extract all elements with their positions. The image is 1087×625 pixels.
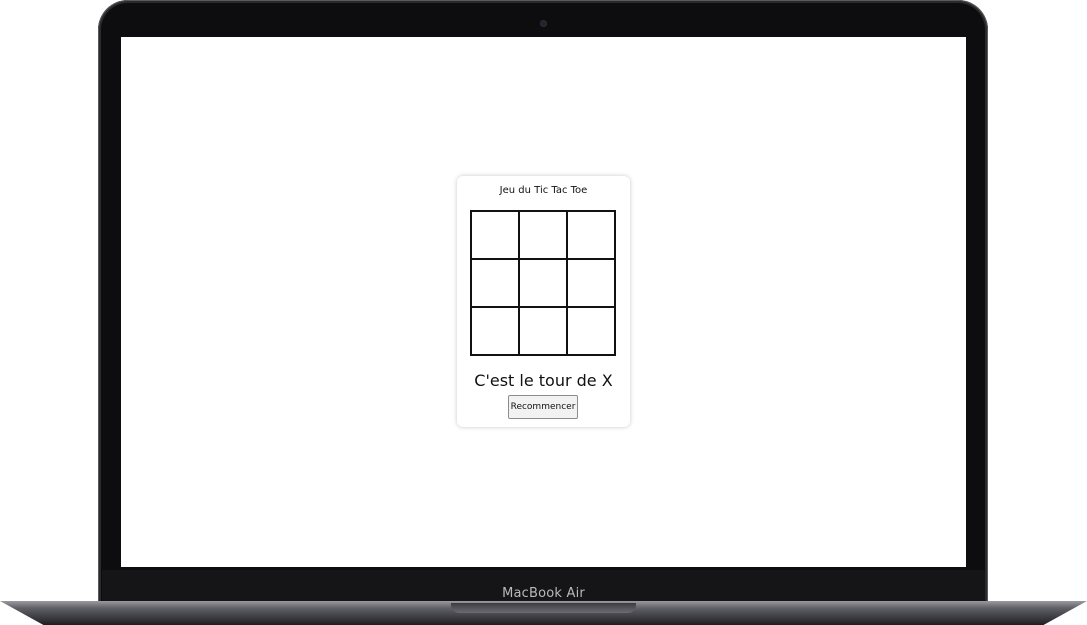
laptop-screen: Jeu du Tic Tac Toe C'est le tour de X Re… (121, 37, 966, 567)
laptop-notch (451, 603, 636, 613)
board-cell-9[interactable] (567, 307, 615, 355)
laptop-mockup: Jeu du Tic Tac Toe C'est le tour de X Re… (0, 0, 1087, 625)
board-cell-5[interactable] (519, 259, 567, 307)
turn-status: C'est le tour de X (474, 371, 613, 390)
game-title: Jeu du Tic Tac Toe (499, 185, 588, 196)
board-cell-8[interactable] (519, 307, 567, 355)
board-cell-1[interactable] (471, 211, 519, 259)
board-cell-3[interactable] (567, 211, 615, 259)
game-card: Jeu du Tic Tac Toe C'est le tour de X Re… (457, 176, 630, 427)
webcam (541, 21, 546, 26)
restart-button[interactable]: Recommencer (508, 395, 578, 419)
tic-tac-toe-board (470, 210, 616, 356)
device-label: MacBook Air (502, 586, 585, 601)
board-cell-2[interactable] (519, 211, 567, 259)
board-cell-4[interactable] (471, 259, 519, 307)
board-cell-7[interactable] (471, 307, 519, 355)
board-cell-6[interactable] (567, 259, 615, 307)
